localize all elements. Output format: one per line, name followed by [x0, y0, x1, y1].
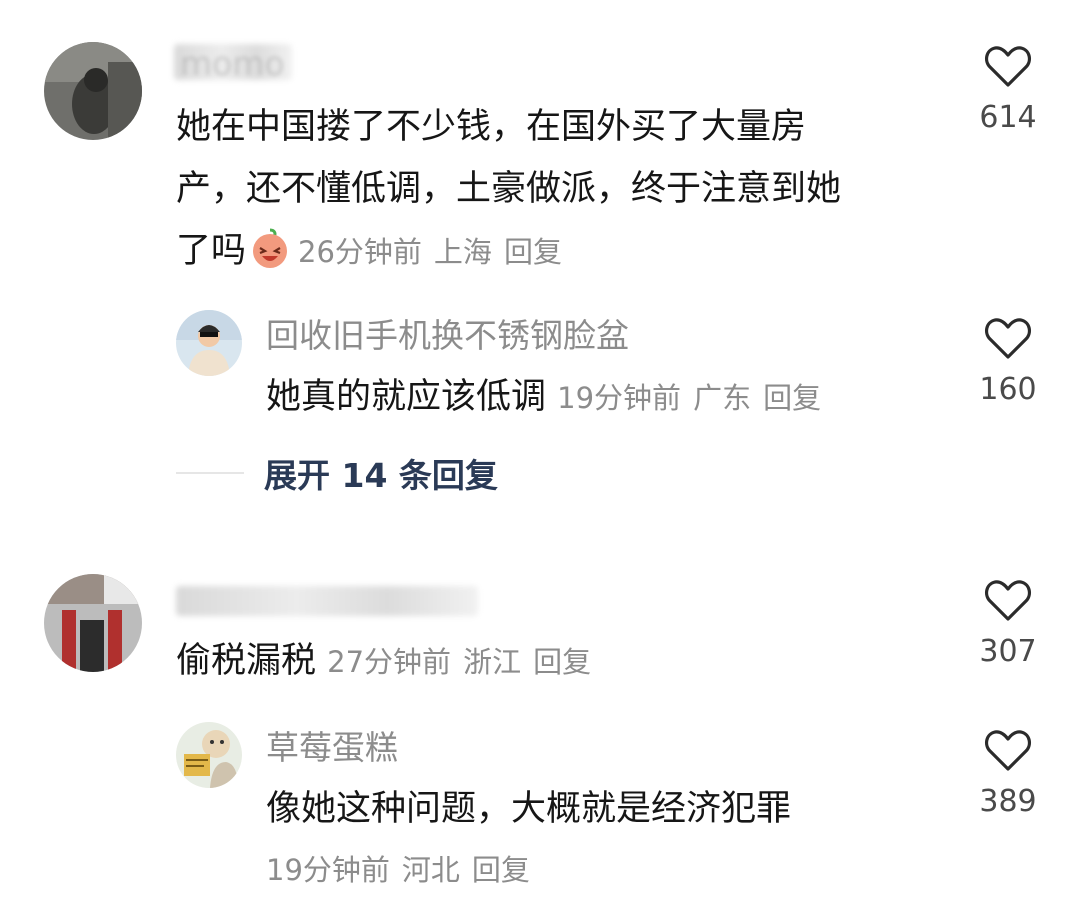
- expand-replies-button[interactable]: 展开 14 条回复: [176, 448, 498, 498]
- comment-time: 26分钟前: [298, 235, 422, 269]
- like-count: 389: [979, 784, 1037, 819]
- reply-button[interactable]: 回复: [504, 235, 562, 269]
- username[interactable]: 草莓蛋糕: [266, 728, 398, 768]
- reply-text: 像她这种问题，大概就是经济犯罪 19分钟前 河北 回复: [266, 778, 946, 900]
- reply-location: 河北: [401, 853, 460, 887]
- reply-time: 19分钟前: [266, 853, 390, 887]
- heart-outline-icon: [984, 730, 1032, 771]
- comment-text: 偷税漏税 27分钟前 浙江 回复: [176, 630, 936, 693]
- comment-text: 她在中国搂了不少钱，在国外买了大量房 产，还不懂低调，土豪做派，终于注意到她 了…: [176, 96, 936, 283]
- reply-meta: 19分钟前 广东 回复: [557, 381, 833, 415]
- reply-content: 像她这种问题，大概就是经济犯罪: [266, 789, 792, 829]
- like-button[interactable]: 389: [958, 728, 1058, 820]
- avatar[interactable]: [44, 574, 142, 672]
- avatar[interactable]: [176, 722, 242, 788]
- comment-meta: 27分钟前 浙江 回复: [327, 645, 603, 679]
- like-count: 307: [979, 634, 1037, 669]
- comment-line-with-meta: 了吗 26分钟前 上海 回复: [176, 220, 936, 283]
- like-button[interactable]: 307: [958, 578, 1058, 670]
- comment-content: 偷税漏税: [176, 641, 317, 681]
- avatar[interactable]: [176, 310, 242, 376]
- comment-line: 她在中国搂了不少钱，在国外买了大量房: [176, 107, 807, 147]
- divider: [176, 472, 244, 474]
- comment-meta: 26分钟前 上海 回复: [298, 235, 574, 269]
- reply-button[interactable]: 回复: [533, 645, 591, 679]
- comment-line: 了吗: [176, 231, 247, 271]
- reply-time: 19分钟前: [557, 381, 682, 415]
- heart-outline-icon: [984, 318, 1032, 359]
- like-button[interactable]: 614: [958, 44, 1058, 136]
- reply-button[interactable]: 回复: [472, 853, 530, 887]
- username[interactable]: momo: [180, 44, 285, 84]
- username-blurred: [176, 586, 478, 616]
- reply-content: 她真的就应该低调: [266, 377, 547, 417]
- laughing-face-emoji: [253, 228, 288, 268]
- avatar[interactable]: [44, 42, 142, 140]
- expand-replies-label: 展开 14 条回复: [264, 456, 498, 495]
- comment-location: 浙江: [463, 645, 522, 679]
- comment-line: 产，还不懂低调，土豪做派，终于注意到她: [176, 169, 842, 209]
- heart-outline-icon: [984, 46, 1032, 87]
- like-count: 160: [979, 372, 1037, 407]
- heart-outline-icon: [984, 580, 1032, 621]
- comment-section: momo 她在中国搂了不少钱，在国外买了大量房 产，还不懂低调，土豪做派，终于注…: [0, 0, 1080, 913]
- like-count: 614: [979, 100, 1037, 135]
- reply-location: 广东: [693, 381, 752, 415]
- like-button[interactable]: 160: [958, 316, 1058, 408]
- reply-text: 她真的就应该低调 19分钟前 广东 回复: [266, 366, 946, 429]
- reply-button[interactable]: 回复: [763, 381, 821, 415]
- username[interactable]: 回收旧手机换不锈钢脸盆: [266, 316, 629, 356]
- reply-meta: 19分钟前 河北 回复: [266, 840, 946, 900]
- comment-location: 上海: [433, 235, 492, 269]
- comment-time: 27分钟前: [327, 645, 452, 679]
